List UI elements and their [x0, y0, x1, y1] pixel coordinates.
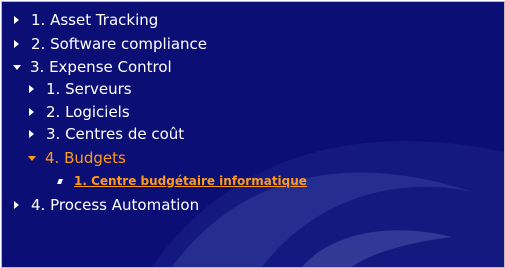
expand-arrow-icon[interactable] — [14, 201, 19, 209]
tree-item-logiciels[interactable]: 2. Logiciels — [2, 101, 130, 123]
collapse-arrow-icon[interactable] — [28, 155, 36, 161]
expand-arrow-icon[interactable] — [29, 85, 34, 93]
tree-item-centres-de-cout[interactable]: 3. Centres de coût — [2, 123, 184, 145]
tree-item-asset-tracking[interactable]: 1. Asset Tracking — [2, 9, 158, 31]
tree-item-budgets[interactable]: 4. Budgets — [2, 147, 126, 169]
tree-item-software-compliance[interactable]: 2. Software compliance — [2, 33, 207, 55]
tree-item-serveurs[interactable]: 1. Serveurs — [2, 78, 132, 100]
expand-arrow-icon[interactable] — [14, 40, 19, 48]
expand-arrow-icon[interactable] — [29, 130, 34, 138]
tree-item-process-automation[interactable]: 4. Process Automation — [2, 194, 199, 216]
tree-item-expense-control[interactable]: 3. Expense Control — [2, 56, 172, 78]
tree-item-centre-budgetaire-informatique[interactable]: 1. Centre budgétaire informatique — [2, 172, 307, 190]
collapse-arrow-icon[interactable] — [13, 64, 21, 70]
expand-arrow-icon[interactable] — [14, 16, 19, 24]
navigation-panel: 1. Asset Tracking 2. Software compliance… — [1, 1, 505, 268]
expand-arrow-icon[interactable] — [29, 108, 34, 116]
bullet-icon — [57, 178, 63, 184]
